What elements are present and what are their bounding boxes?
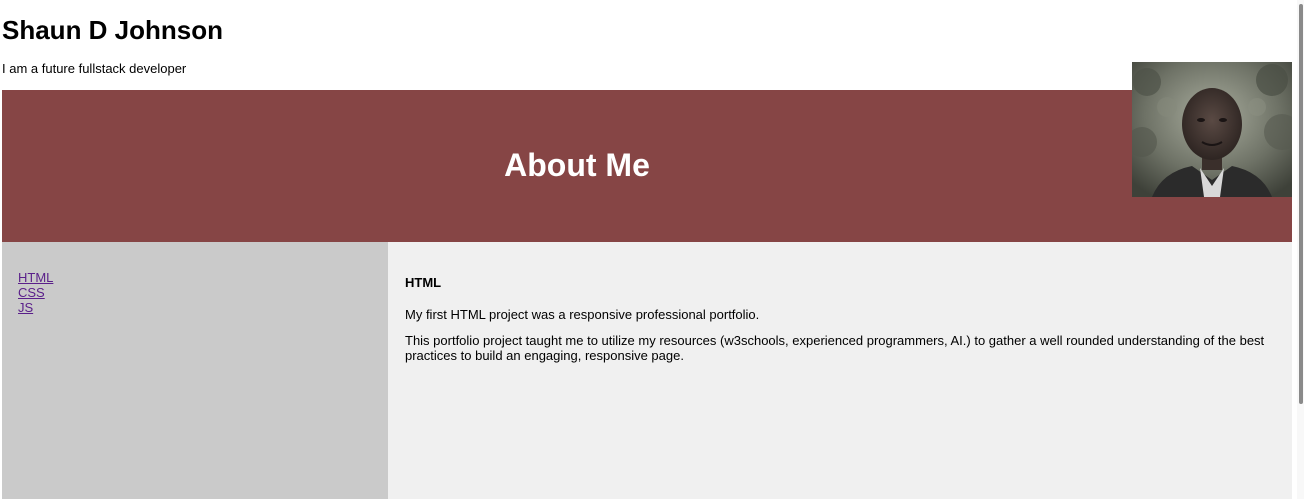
section-heading: HTML — [405, 275, 442, 290]
nav-item-html: HTML — [18, 270, 53, 285]
nav-list: HTML CSS JS — [18, 270, 53, 315]
main-content: HTML My first HTML project was a respons… — [388, 242, 1292, 499]
paragraph-details: This portfolio project taught me to util… — [405, 333, 1265, 363]
paragraph-intro: My first HTML project was a responsive p… — [405, 307, 760, 322]
portfolio-page: Shaun D Johnson I am a future fullstack … — [0, 0, 1304, 499]
sidebar-nav: HTML CSS JS — [2, 242, 388, 499]
profile-photo — [1132, 62, 1292, 197]
nav-item-css: CSS — [18, 285, 53, 300]
nav-item-js: JS — [18, 300, 53, 315]
content-body: HTML My first HTML project was a respons… — [405, 275, 1265, 374]
scrollbar-thumb[interactable] — [1299, 4, 1303, 404]
site-title: Shaun D Johnson — [2, 15, 223, 45]
nav-link-html[interactable]: HTML — [18, 270, 53, 285]
nav-link-js[interactable]: JS — [18, 300, 33, 315]
banner-title: About Me — [504, 147, 650, 183]
nav-link-css[interactable]: CSS — [18, 285, 45, 300]
tagline: I am a future fullstack developer — [2, 61, 187, 76]
profile-photo-image — [1132, 62, 1292, 197]
